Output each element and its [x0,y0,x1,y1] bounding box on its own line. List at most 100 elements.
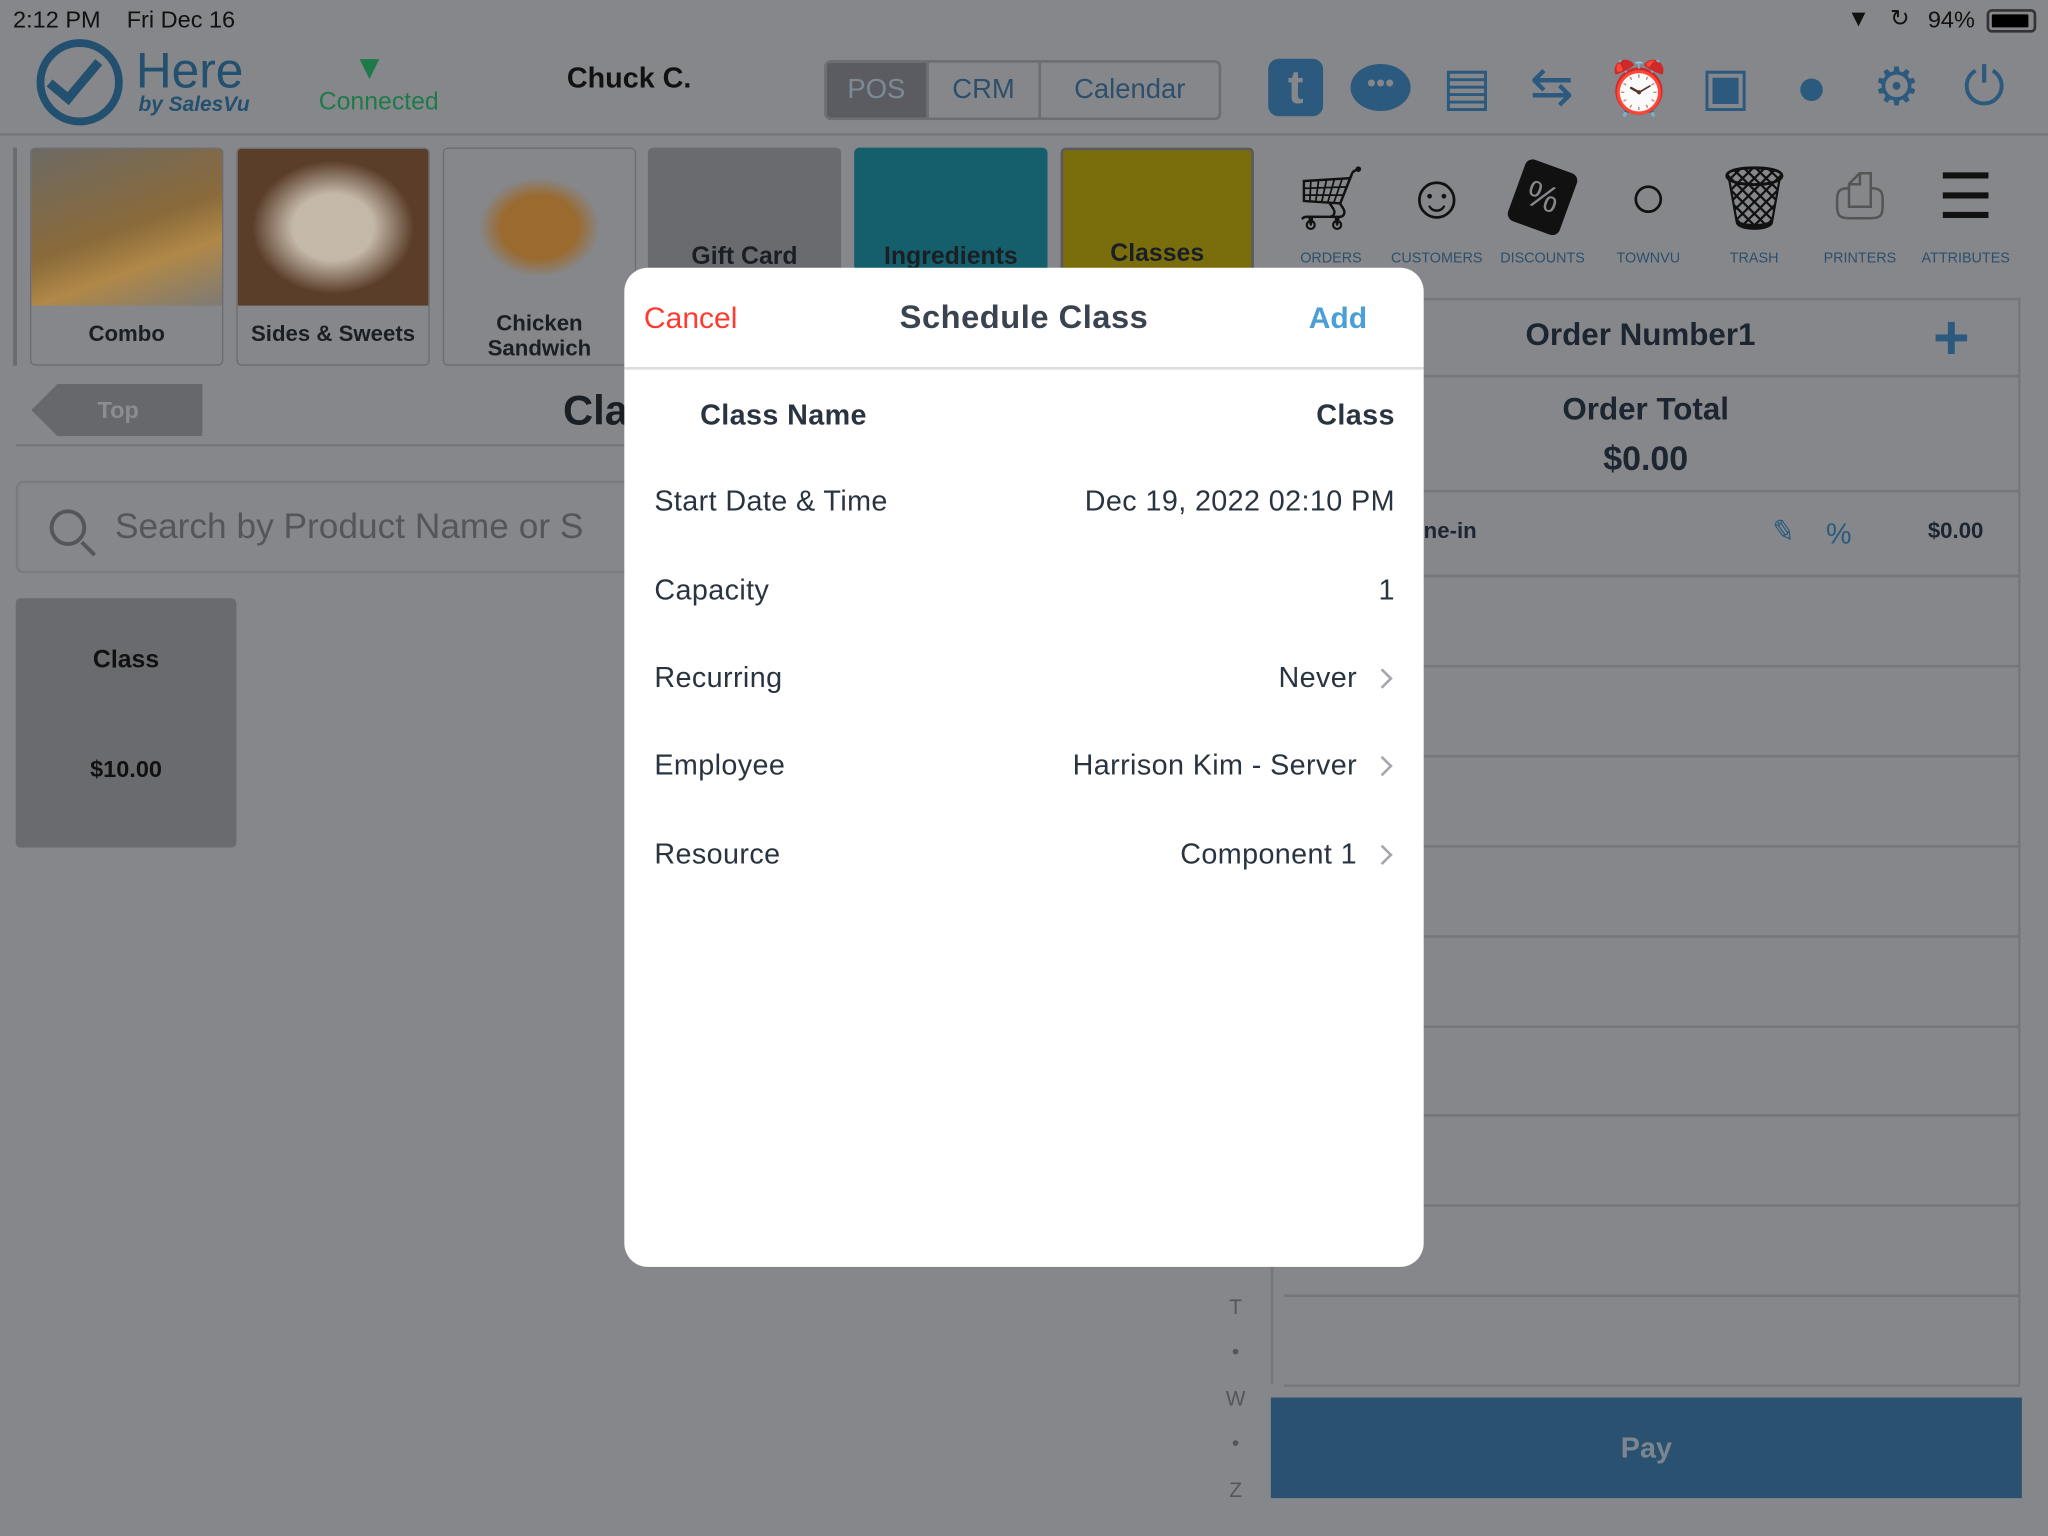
resource-row[interactable]: Resource Component 1 [654,832,1395,876]
start-datetime-label: Start Date & Time [654,484,888,518]
start-datetime-row[interactable]: Start Date & Time Dec 19, 2022 02:10 PM [654,479,1395,523]
resource-label: Resource [654,837,781,870]
category-sides-sweets[interactable]: Sides & Sweets [236,147,430,366]
add-order-icon[interactable]: + [1933,305,1970,374]
divider [1283,1384,2020,1388]
category-label: Combo [88,321,165,347]
index-letter-t[interactable]: T [1223,1297,1249,1321]
townvu-label: TOWNVU [1616,250,1681,267]
resource-value: Component 1 [1180,837,1358,870]
customers-button[interactable]: ☺ CUSTOMERS [1384,154,1488,267]
class-name-row: Class Name Class [700,393,1395,437]
gear-icon[interactable]: ⚙ [1864,55,1929,120]
product-price: $10.00 [90,756,162,783]
category-classes[interactable]: Classes [1060,147,1254,272]
recurring-value: Never [1278,660,1358,694]
logout-icon[interactable]: ⏻ [1951,55,2016,120]
order-type-label[interactable]: ne-in [1424,519,1477,545]
piggy-bank-icon[interactable]: ● [1779,55,1844,120]
tab-calendar[interactable]: Calendar [1041,63,1219,118]
header-divider [0,133,2048,136]
logo-check-icon [36,39,123,126]
order-total-value: $0.00 [1603,438,1689,479]
pos-screen: 2:12 PM Fri Dec 16 ▼ ↻ 94% Here by Sales… [0,0,2048,1536]
attributes-label: ATTRIBUTES [1921,250,2010,267]
chat-icon[interactable]: ••• [1348,55,1413,120]
townvu-icon: ○ [1629,162,1668,232]
search-placeholder: Search by Product Name or S [114,506,584,546]
status-date: Fri Dec 16 [126,6,236,33]
schedule-class-dialog: Cancel Schedule Class Add Class Name Clas… [624,267,1424,1267]
printer-icon: ⎙ [1834,161,1885,232]
logo-text: Here [135,44,244,100]
capacity-value[interactable]: 1 [1379,573,1395,607]
back-top-button[interactable]: Top [31,383,203,437]
status-time: 2:12 PM [13,6,101,33]
divider [1423,1025,2020,1028]
category-label: Sides & Sweets [250,321,416,347]
add-customer-icon: ☺ [1404,162,1469,232]
user-name: Chuck C. [566,61,692,95]
class-name-label: Class Name [700,398,867,432]
printers-label: PRINTERS [1823,250,1897,267]
pay-button[interactable]: Pay [1270,1397,2022,1499]
orders-button[interactable]: 🛒︎ ORDERS [1279,154,1383,267]
customers-label: CUSTOMERS [1390,250,1483,267]
index-dot[interactable]: • [1223,1341,1249,1365]
attributes-button[interactable]: ☰ ATTRIBUTES [1913,154,2017,266]
trash-icon: 🗑︎ [1714,163,1794,234]
employee-label: Employee [654,748,786,782]
cash-drawer-icon[interactable]: ▤ [1434,55,1499,120]
transfer-icon[interactable]: ⇆ [1519,55,1584,120]
wifi-icon: ▼ [1846,5,1871,32]
capacity-row[interactable]: Capacity 1 [654,568,1395,612]
townvu-button[interactable]: ○ TOWNVU [1596,154,1700,267]
divider [1423,489,2020,493]
category-ingredients[interactable]: Ingredients [854,147,1048,272]
category-gift-card[interactable]: Gift Card [647,147,842,272]
start-datetime-value[interactable]: Dec 19, 2022 02:10 PM [1085,485,1395,519]
search-input[interactable]: Search by Product Name or S [15,480,643,574]
timeclock-settings-icon[interactable]: t [1263,55,1328,120]
product-name: Class [92,646,160,674]
product-class[interactable]: Class $10.00 [15,598,237,848]
category-chicken-sandwich[interactable]: Chicken Sandwich [442,147,637,366]
category-title: Cla [562,386,628,434]
discounts-button[interactable]: % DISCOUNTS [1490,154,1594,266]
recurring-label: Recurring [654,660,783,694]
add-button[interactable]: Add [1309,300,1367,335]
rotation-lock-icon: ↻ [1889,5,1910,32]
mode-segmented-control: POS CRM Calendar [824,60,1222,121]
order-panel-edge [1270,1253,1274,1385]
tab-pos[interactable]: POS [826,62,929,118]
order-number: Order Number1 [1525,317,1756,353]
class-name-value: Class [1316,398,1395,432]
sides-image [237,148,429,306]
combo-image [31,148,223,306]
index-letter-w[interactable]: W [1223,1388,1249,1412]
recurring-row[interactable]: Recurring Never [654,656,1395,700]
alarm-clock-icon[interactable]: ⏰ [1607,55,1672,120]
trash-button[interactable]: 🗑︎ TRASH [1702,154,1806,267]
search-icon [49,508,97,556]
discount-percent-button[interactable]: % [1826,517,1852,551]
index-letter-z[interactable]: Z [1223,1480,1249,1504]
divider [1423,845,2020,848]
employee-row[interactable]: Employee Harrison Kim - Server [654,743,1395,787]
index-dot[interactable]: • [1223,1433,1249,1457]
wallet-icon[interactable]: ▣ [1693,55,1758,120]
category-combo[interactable]: Combo [30,147,224,366]
divider [1423,1204,2020,1207]
connection-status: Connected [318,88,439,117]
tab-crm[interactable]: CRM [929,62,1041,118]
orders-label: ORDERS [1300,250,1362,267]
chevron-right-icon [1372,667,1393,689]
divider [1423,754,2020,758]
category-scroll-edge [13,147,17,366]
category-label: Chicken Sandwich [487,310,592,361]
battery-icon [1986,9,2037,33]
trash-label: TRASH [1729,250,1779,267]
printers-button[interactable]: ⎙ PRINTERS [1808,154,1912,266]
divider [1423,374,2020,378]
divider [1283,1294,2020,1297]
